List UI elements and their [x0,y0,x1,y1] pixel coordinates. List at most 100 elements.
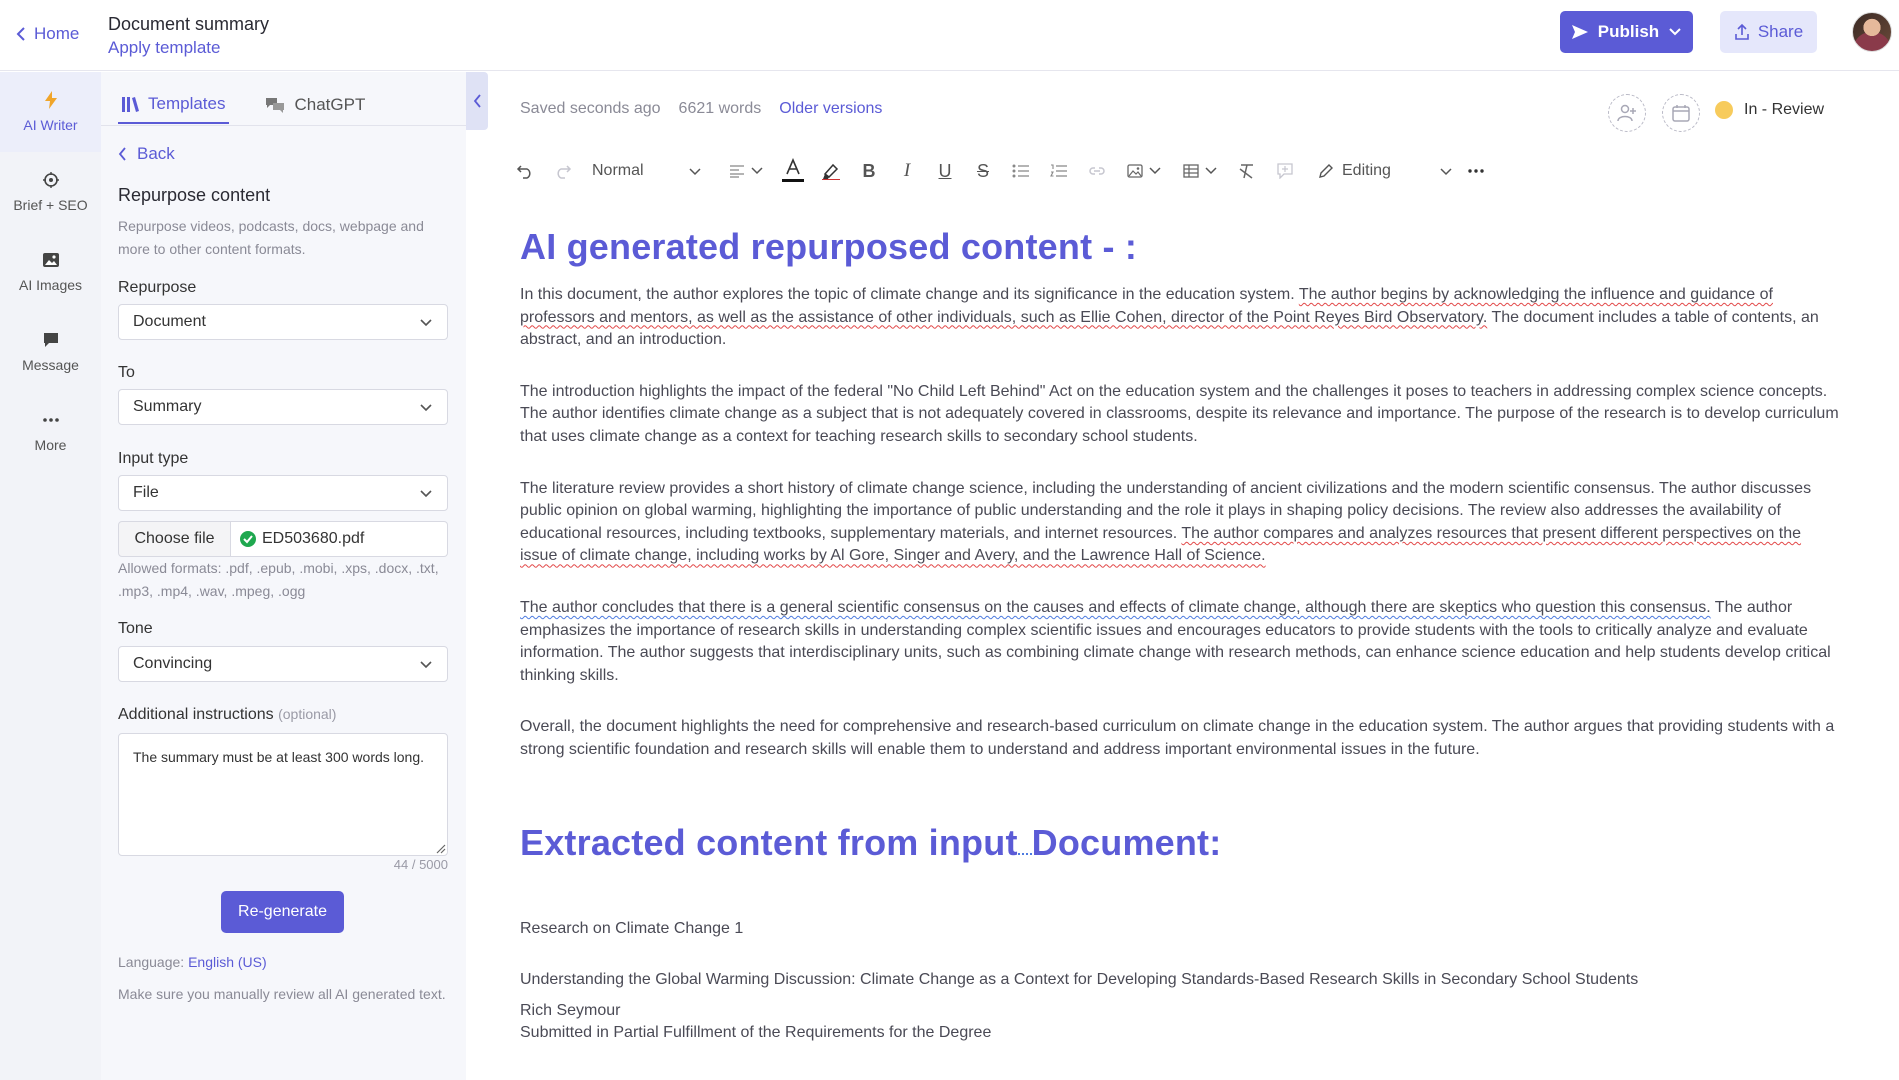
tab-chatgpt[interactable]: ChatGPT [261,86,369,124]
paragraph-style-select[interactable]: Normal [586,155,706,187]
to-label: To [118,364,135,381]
paragraph-text: In this document, the author explores th… [520,286,1299,303]
document-title[interactable]: Document summary [108,14,269,35]
text-color-button[interactable] [778,155,808,187]
word-count: 6621 words [678,100,762,117]
more-options-button[interactable] [1461,155,1491,187]
chevron-left-icon [16,27,25,41]
comment-icon [1277,163,1293,179]
paragraph-2: The introduction highlights the impact o… [520,382,1839,445]
user-avatar[interactable] [1852,12,1892,52]
input-type-label: Input type [118,450,189,467]
back-link[interactable]: Back [118,144,175,164]
editing-mode-value: Editing [1342,162,1391,179]
chevron-down-icon [420,403,432,411]
suggestion-text[interactable]: The author concludes that there is a gen… [520,599,1711,616]
pencil-icon [1319,164,1333,178]
rail-item-brief-seo[interactable]: Brief + SEO [0,152,101,232]
italic-button[interactable]: I [892,155,922,187]
chevron-down-icon [689,167,701,175]
extracted-line-3: Rich Seymour [520,1001,621,1019]
heading-extracted-content: Extracted content from input Document: [520,822,1840,864]
chevron-down-icon [1205,167,1217,175]
document-body[interactable]: AI generated repurposed content - : In t… [520,226,1840,1045]
rail-item-ai-images[interactable]: AI Images [0,232,101,312]
input-type-select[interactable]: File [118,475,448,511]
comment-button[interactable] [1270,155,1300,187]
highlight-button[interactable] [816,155,846,187]
numbered-list-button[interactable] [1044,155,1074,187]
table-icon [1183,164,1199,178]
rail-label: AI Images [18,277,83,293]
character-counter: 44 / 5000 [393,857,448,872]
underline-button[interactable]: U [930,155,960,187]
target-icon [42,171,60,189]
bold-button[interactable]: B [854,155,884,187]
tone-select[interactable]: Convincing [118,646,448,682]
regenerate-button[interactable]: Re-generate [221,891,344,933]
insert-table-button[interactable] [1176,155,1224,187]
insert-image-button[interactable] [1120,155,1168,187]
align-button[interactable] [722,155,770,187]
send-icon [1571,25,1588,39]
bullet-list-button[interactable] [1006,155,1036,187]
rail-label: Message [22,357,79,373]
heading-text: Document: [1031,821,1222,863]
additional-instructions-input[interactable]: The summary must be at least 300 words l… [118,733,448,856]
more-icon [1468,169,1484,173]
tone-label: Tone [118,620,153,637]
text-color-icon [782,158,804,182]
chat-bubbles-icon [266,98,285,113]
extracted-line-1: Research on Climate Change 1 [520,919,744,937]
paragraph-5: Overall, the document highlights the nee… [520,718,1835,758]
chevron-down-icon [751,167,763,175]
chevron-left-icon [473,94,481,108]
bolt-icon [42,91,60,109]
language-link[interactable]: English (US) [188,954,267,970]
input-type-value: File [133,484,159,501]
file-name: ED503680.pdf [262,530,365,547]
tab-templates[interactable]: Templates [118,86,230,124]
highlighter-icon [822,163,840,180]
optional-label: (optional) [278,706,337,722]
older-versions-link[interactable]: Older versions [779,100,882,118]
undo-button[interactable] [510,155,540,187]
language-label: Language: [118,954,185,970]
choose-file-button[interactable]: Choose file [118,521,231,557]
saved-status: Saved seconds ago [520,100,661,117]
review-note: Make sure you manually review all AI gen… [118,986,446,1002]
rail-item-message[interactable]: Message [0,312,101,392]
additional-label: Additional instructions [118,706,274,723]
publish-button[interactable]: Publish [1560,11,1693,53]
rail-item-ai-writer[interactable]: AI Writer [0,72,101,152]
paragraph-style-value: Normal [592,162,644,179]
top-bar: Home Document summary Apply template Pub… [0,0,1899,71]
apply-template-link[interactable]: Apply template [108,38,220,58]
paragraph-1: In this document, the author explores th… [520,284,1840,352]
repurpose-label: Repurpose [118,279,197,296]
assign-button[interactable] [1662,94,1700,132]
selected-file: ED503680.pdf [231,521,448,557]
chevron-down-icon [1440,167,1452,175]
share-button[interactable]: Share [1720,11,1817,53]
panel-title: Repurpose content [118,185,271,205]
strikethrough-button[interactable]: S [968,155,998,187]
library-icon [122,97,139,112]
redo-button[interactable] [548,155,578,187]
repurpose-select[interactable]: Document [118,304,448,340]
home-link[interactable]: Home [16,24,79,44]
home-label: Home [34,24,80,43]
chevron-down-icon [1669,28,1681,36]
clear-formatting-button[interactable] [1232,155,1262,187]
link-button[interactable] [1082,155,1112,187]
to-select[interactable]: Summary [118,389,448,425]
spacing-suggestion[interactable] [1017,847,1032,855]
editing-mode-select[interactable]: Editing [1318,155,1453,187]
rail-item-more[interactable]: More [0,392,101,472]
add-collaborator-button[interactable] [1608,94,1646,132]
publish-label: Publish [1597,22,1660,41]
resize-handle-icon[interactable] [434,842,446,854]
collapse-panel-button[interactable] [466,72,488,130]
status-label: In - Review [1744,101,1825,118]
status-selector[interactable]: In - Review [1715,101,1824,119]
